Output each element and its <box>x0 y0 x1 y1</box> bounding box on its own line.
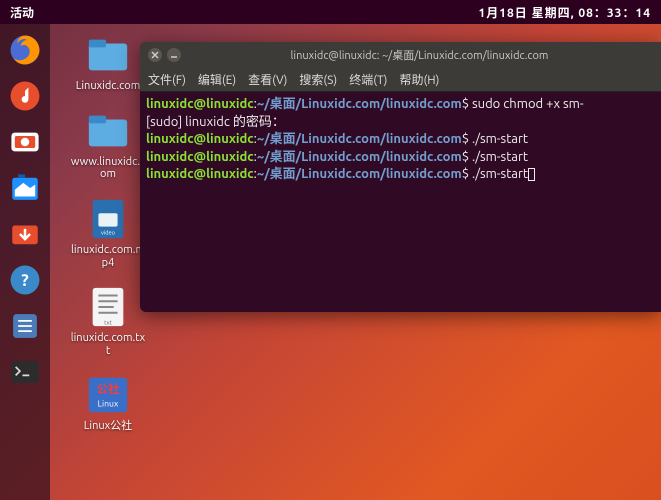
todo-icon[interactable] <box>5 306 45 346</box>
desktop-file-mp4[interactable]: video linuxidc.com.mp4 <box>68 196 148 269</box>
minimize-icon[interactable] <box>167 48 181 62</box>
terminal-menubar: 文件(F) 编辑(E) 查看(V) 搜索(S) 终端(T) 帮助(H) <box>140 68 661 92</box>
menu-file[interactable]: 文件(F) <box>148 71 186 88</box>
menu-terminal[interactable]: 终端(T) <box>349 71 387 88</box>
icon-label: Linux公社 <box>84 420 132 433</box>
firefox-icon[interactable] <box>5 30 45 70</box>
desktop-icons-column: Linuxidc.com www.linuxidc.com video linu… <box>68 32 148 433</box>
clock[interactable]: 1月18日 星期四, 08：33：14 <box>478 4 651 21</box>
svg-text:公社: 公社 <box>97 383 120 397</box>
software-icon[interactable] <box>5 214 45 254</box>
menu-help[interactable]: 帮助(H) <box>399 71 439 88</box>
menu-view[interactable]: 查看(V) <box>248 71 287 88</box>
terminal-line: linuxidc@linuxidc:~/桌面/Linuxidc.com/linu… <box>146 96 655 114</box>
svg-text:video: video <box>101 229 116 236</box>
folder-icon <box>85 32 131 78</box>
desktop-folder-www[interactable]: www.linuxidc.com <box>68 108 148 181</box>
desktop-file-txt[interactable]: txt linuxidc.com.txt <box>68 284 148 357</box>
music-icon[interactable] <box>5 76 45 116</box>
terminal-title: linuxidc@linuxidc: ~/桌面/Linuxidc.com/lin… <box>186 47 653 63</box>
icon-label: Linuxidc.com <box>76 80 140 93</box>
terminal-line: linuxidc@linuxidc:~/桌面/Linuxidc.com/linu… <box>146 131 655 149</box>
svg-text:?: ? <box>21 271 29 290</box>
camera-icon[interactable] <box>5 122 45 162</box>
terminal-line: linuxidc@linuxidc:~/桌面/Linuxidc.com/linu… <box>146 149 655 167</box>
menu-search[interactable]: 搜索(S) <box>299 71 337 88</box>
activities-button[interactable]: 活动 <box>10 4 34 21</box>
svg-text:Linux: Linux <box>98 399 119 409</box>
image-file-icon: 公社 Linux <box>85 372 131 418</box>
launcher-dock: ? <box>0 24 50 500</box>
icon-label: linuxidc.com.mp4 <box>69 244 147 269</box>
terminal-line: [sudo] linuxidc 的密码： <box>146 114 655 132</box>
terminal-titlebar[interactable]: linuxidc@linuxidc: ~/桌面/Linuxidc.com/lin… <box>140 42 661 68</box>
close-icon[interactable] <box>148 48 162 62</box>
terminal-body[interactable]: linuxidc@linuxidc:~/桌面/Linuxidc.com/linu… <box>140 92 661 188</box>
files-icon[interactable] <box>5 168 45 208</box>
cursor-icon <box>528 168 535 181</box>
menu-edit[interactable]: 编辑(E) <box>198 71 236 88</box>
terminal-window[interactable]: linuxidc@linuxidc: ~/桌面/Linuxidc.com/lin… <box>140 42 661 312</box>
svg-text:txt: txt <box>104 320 112 326</box>
video-file-icon: video <box>85 196 131 242</box>
folder-icon <box>85 108 131 154</box>
text-file-icon: txt <box>85 284 131 330</box>
icon-label: www.linuxidc.com <box>69 156 147 181</box>
desktop-file-linuxgongshe[interactable]: 公社 Linux Linux公社 <box>68 372 148 433</box>
terminal-icon[interactable] <box>5 352 45 392</box>
top-bar: 活动 1月18日 星期四, 08：33：14 <box>0 0 661 24</box>
icon-label: linuxidc.com.txt <box>69 332 147 357</box>
help-icon[interactable]: ? <box>5 260 45 300</box>
desktop[interactable]: Linuxidc.com www.linuxidc.com video linu… <box>50 24 661 500</box>
desktop-folder-linuxidc[interactable]: Linuxidc.com <box>68 32 148 93</box>
terminal-line: linuxidc@linuxidc:~/桌面/Linuxidc.com/linu… <box>146 166 655 184</box>
